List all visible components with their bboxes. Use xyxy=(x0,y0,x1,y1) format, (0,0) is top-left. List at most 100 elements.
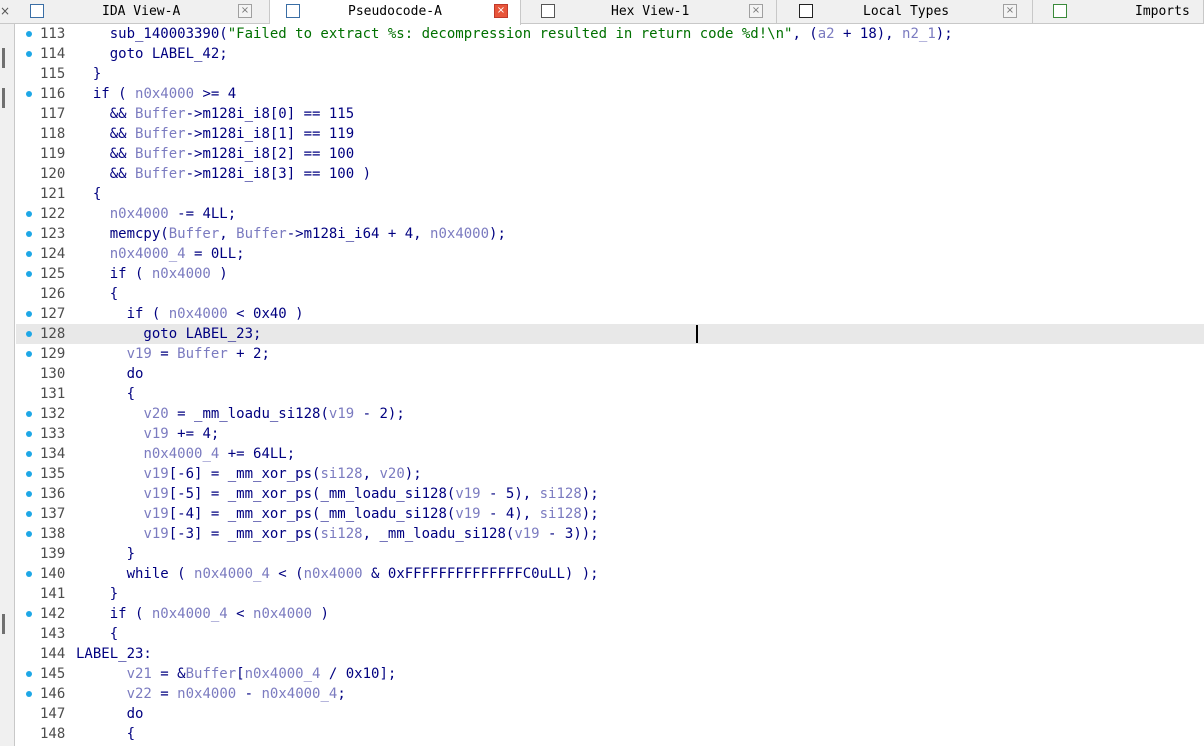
breakpoint-dot-icon[interactable] xyxy=(26,411,32,417)
breakpoint-dot-icon[interactable] xyxy=(26,531,32,537)
code-line[interactable]: 118 && Buffer->m128i_i8[1] == 119 xyxy=(16,124,1204,144)
breakpoint-dot-icon[interactable] xyxy=(26,311,32,317)
code-text[interactable]: do xyxy=(76,706,144,722)
breakpoint-dot-icon[interactable] xyxy=(26,31,32,37)
breakpoint-dot-icon[interactable] xyxy=(26,491,32,497)
pseudocode-editor[interactable]: 113 sub_140003390("Failed to extract %s:… xyxy=(16,24,1204,746)
close-icon[interactable]: × xyxy=(749,4,763,18)
code-line[interactable]: 129 v19 = Buffer + 2; xyxy=(16,344,1204,364)
code-line[interactable]: 124 n0x4000_4 = 0LL; xyxy=(16,244,1204,264)
code-text[interactable]: v19[-6] = _mm_xor_ps(si128, v20); xyxy=(76,466,421,482)
code-line[interactable]: 134 n0x4000_4 += 64LL; xyxy=(16,444,1204,464)
code-text[interactable]: } xyxy=(76,66,101,82)
breakpoint-dot-icon[interactable] xyxy=(26,271,32,277)
code-text[interactable]: v19 = Buffer + 2; xyxy=(76,346,270,362)
code-text[interactable]: v20 = _mm_loadu_si128(v19 - 2); xyxy=(76,406,404,422)
code-text[interactable]: n0x4000_4 = 0LL; xyxy=(76,246,245,262)
breakpoint-dot-icon[interactable] xyxy=(26,331,32,337)
code-line[interactable]: 140 while ( n0x4000_4 < (n0x4000 & 0xFFF… xyxy=(16,564,1204,584)
code-text[interactable]: { xyxy=(76,726,135,742)
code-line[interactable]: 121 { xyxy=(16,184,1204,204)
code-text[interactable]: { xyxy=(76,186,101,202)
code-line[interactable]: 123 memcpy(Buffer, Buffer->m128i_i64 + 4… xyxy=(16,224,1204,244)
code-line[interactable]: 115 } xyxy=(16,64,1204,84)
code-line[interactable]: 116 if ( n0x4000 >= 4 xyxy=(16,84,1204,104)
code-text[interactable]: { xyxy=(76,386,135,402)
tab-pseudocode-a[interactable]: Pseudocode-A × xyxy=(270,0,521,25)
code-text[interactable]: { xyxy=(76,626,118,642)
code-text[interactable]: memcpy(Buffer, Buffer->m128i_i64 + 4, n0… xyxy=(76,226,506,242)
breakpoint-dot-icon[interactable] xyxy=(26,91,32,97)
code-line[interactable]: 131 { xyxy=(16,384,1204,404)
breakpoint-dot-icon[interactable] xyxy=(26,451,32,457)
tab-hex-view-1[interactable]: Hex View-1 × xyxy=(521,0,777,24)
code-text[interactable]: if ( n0x4000 ) xyxy=(76,266,228,282)
tab-local-types[interactable]: Local Types × xyxy=(777,0,1033,24)
code-text[interactable]: v19[-5] = _mm_xor_ps(_mm_loadu_si128(v19… xyxy=(76,486,598,502)
breakpoint-dot-icon[interactable] xyxy=(26,431,32,437)
code-line[interactable]: 122 n0x4000 -= 4LL; xyxy=(16,204,1204,224)
code-text[interactable]: LABEL_23: xyxy=(76,646,152,662)
code-line[interactable]: 125 if ( n0x4000 ) xyxy=(16,264,1204,284)
code-text[interactable]: v21 = &Buffer[n0x4000_4 / 0x10]; xyxy=(76,666,397,682)
breakpoint-dot-icon[interactable] xyxy=(26,251,32,257)
code-line[interactable]: 130 do xyxy=(16,364,1204,384)
close-icon[interactable]: × xyxy=(494,4,508,18)
code-line[interactable]: 128 goto LABEL_23; xyxy=(16,324,1204,344)
code-text[interactable]: && Buffer->m128i_i8[1] == 119 xyxy=(76,126,354,142)
code-text[interactable]: v22 = n0x4000 - n0x4000_4; xyxy=(76,686,346,702)
close-icon[interactable]: × xyxy=(238,4,252,18)
code-text[interactable]: if ( n0x4000 < 0x40 ) xyxy=(76,306,304,322)
code-line[interactable]: 114 goto LABEL_42; xyxy=(16,44,1204,64)
code-text[interactable]: && Buffer->m128i_i8[0] == 115 xyxy=(76,106,354,122)
code-line[interactable]: 146 v22 = n0x4000 - n0x4000_4; xyxy=(16,684,1204,704)
code-line[interactable]: 145 v21 = &Buffer[n0x4000_4 / 0x10]; xyxy=(16,664,1204,684)
code-line[interactable]: 133 v19 += 4; xyxy=(16,424,1204,444)
code-text[interactable]: } xyxy=(76,586,118,602)
code-line[interactable]: 135 v19[-6] = _mm_xor_ps(si128, v20); xyxy=(16,464,1204,484)
code-text[interactable]: v19[-4] = _mm_xor_ps(_mm_loadu_si128(v19… xyxy=(76,506,598,522)
code-line[interactable]: 138 v19[-3] = _mm_xor_ps(si128, _mm_load… xyxy=(16,524,1204,544)
code-line[interactable]: 119 && Buffer->m128i_i8[2] == 100 xyxy=(16,144,1204,164)
breakpoint-dot-icon[interactable] xyxy=(26,231,32,237)
breakpoint-dot-icon[interactable] xyxy=(26,471,32,477)
tab-ida-view-a[interactable]: IDA View-A × xyxy=(16,0,270,24)
code-line[interactable]: 117 && Buffer->m128i_i8[0] == 115 xyxy=(16,104,1204,124)
code-text[interactable]: v19 += 4; xyxy=(76,426,219,442)
breakpoint-dot-icon[interactable] xyxy=(26,571,32,577)
code-line[interactable]: 126 { xyxy=(16,284,1204,304)
code-text[interactable]: v19[-3] = _mm_xor_ps(si128, _mm_loadu_si… xyxy=(76,526,598,542)
code-line[interactable]: 136 v19[-5] = _mm_xor_ps(_mm_loadu_si128… xyxy=(16,484,1204,504)
code-line[interactable]: 139 } xyxy=(16,544,1204,564)
breakpoint-dot-icon[interactable] xyxy=(26,51,32,57)
code-line[interactable]: 132 v20 = _mm_loadu_si128(v19 - 2); xyxy=(16,404,1204,424)
code-text[interactable]: n0x4000_4 += 64LL; xyxy=(76,446,295,462)
code-text[interactable]: && Buffer->m128i_i8[3] == 100 ) xyxy=(76,166,371,182)
code-text[interactable]: { xyxy=(76,286,118,302)
code-line[interactable]: 120 && Buffer->m128i_i8[3] == 100 ) xyxy=(16,164,1204,184)
close-icon[interactable]: × xyxy=(1003,4,1017,18)
code-line[interactable]: 141 } xyxy=(16,584,1204,604)
code-line[interactable]: 137 v19[-4] = _mm_xor_ps(_mm_loadu_si128… xyxy=(16,504,1204,524)
tab-imports[interactable]: Imports xyxy=(1033,0,1204,24)
code-text[interactable]: if ( n0x4000 >= 4 xyxy=(76,86,236,102)
code-text[interactable]: sub_140003390("Failed to extract %s: dec… xyxy=(76,26,953,42)
code-line[interactable]: 142 if ( n0x4000_4 < n0x4000 ) xyxy=(16,604,1204,624)
code-line[interactable]: 113 sub_140003390("Failed to extract %s:… xyxy=(16,24,1204,44)
breakpoint-dot-icon[interactable] xyxy=(26,691,32,697)
code-line[interactable]: 144 LABEL_23: xyxy=(16,644,1204,664)
tab-overflow-left[interactable]: × xyxy=(0,0,16,24)
code-line[interactable]: 143 { xyxy=(16,624,1204,644)
code-line[interactable]: 127 if ( n0x4000 < 0x40 ) xyxy=(16,304,1204,324)
code-line[interactable]: 148 { xyxy=(16,724,1204,744)
breakpoint-dot-icon[interactable] xyxy=(26,351,32,357)
breakpoint-dot-icon[interactable] xyxy=(26,511,32,517)
code-line[interactable]: 147 do xyxy=(16,704,1204,724)
breakpoint-dot-icon[interactable] xyxy=(26,611,32,617)
code-text[interactable]: do xyxy=(76,366,144,382)
code-text[interactable]: goto LABEL_23; xyxy=(76,326,261,342)
code-text[interactable]: } xyxy=(76,546,135,562)
breakpoint-dot-icon[interactable] xyxy=(26,211,32,217)
code-text[interactable]: n0x4000 -= 4LL; xyxy=(76,206,236,222)
code-text[interactable]: && Buffer->m128i_i8[2] == 100 xyxy=(76,146,354,162)
